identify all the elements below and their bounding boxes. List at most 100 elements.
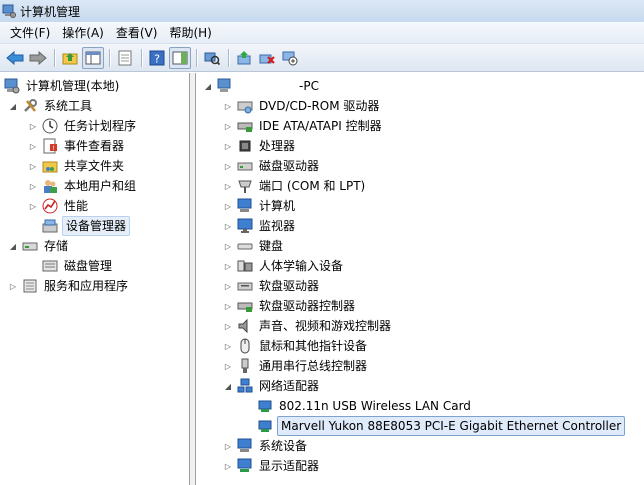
device-category-row[interactable]: ▷ 端口 (COM 和 LPT) [223, 176, 367, 196]
expanded-arrow-icon[interactable]: ◢ [8, 101, 18, 111]
device-category-row[interactable]: ▷ 计算机 [223, 196, 297, 216]
collapsed-arrow-icon[interactable]: ▷ [223, 161, 233, 171]
computer-icon [237, 198, 253, 214]
services-icon [22, 278, 38, 294]
collapsed-arrow-icon[interactable]: ▷ [8, 281, 18, 291]
forward-button[interactable] [27, 47, 49, 69]
network-adapter-row[interactable]: 802.11n USB Wireless LAN Card [243, 396, 473, 416]
collapsed-arrow-icon[interactable]: ▷ [223, 121, 233, 131]
collapsed-arrow-icon[interactable]: ▷ [223, 181, 233, 191]
device-category-row[interactable]: ▷ 磁盘驱动器 [223, 156, 321, 176]
collapsed-arrow-icon[interactable]: ▷ [223, 281, 233, 291]
network-adapter-row[interactable]: Marvell Yukon 88E8053 PCI-E Gigabit Ethe… [243, 416, 626, 436]
collapsed-arrow-icon[interactable]: ▷ [223, 321, 233, 331]
menu-file[interactable]: 文件(F) [4, 23, 56, 43]
tree-node-local-users[interactable]: ▷ 本地用户和组 [28, 176, 138, 196]
collapsed-arrow-icon[interactable]: ▷ [223, 101, 233, 111]
tree-node-disk-management[interactable]: 磁盘管理 [28, 256, 114, 276]
device-category-row[interactable]: ▷ 处理器 [223, 136, 297, 156]
tree-label: 任务计划程序 [64, 119, 137, 133]
collapsed-arrow-icon[interactable]: ▷ [223, 461, 233, 471]
device-category-row[interactable]: ▷ 显示适配器 [223, 456, 321, 476]
tree-label: 事件查看器 [64, 139, 125, 153]
computer-management-icon [2, 4, 16, 18]
menu-help[interactable]: 帮助(H) [163, 23, 217, 43]
properties-button[interactable] [114, 47, 136, 69]
speaker-icon [237, 318, 253, 334]
action-pane-button[interactable] [169, 46, 191, 69]
device-category-row[interactable]: ▷ 人体学输入设备 [223, 256, 345, 276]
device-category-row[interactable]: ▷ 软盘驱动器控制器 [223, 296, 357, 316]
device-category-row[interactable]: ▷ 鼠标和其他指针设备 [223, 336, 369, 356]
show-hide-tree-button[interactable] [82, 46, 104, 69]
collapsed-arrow-icon[interactable]: ▷ [223, 241, 233, 251]
device-category-row[interactable]: ▷ 通用串行总线控制器 [223, 356, 369, 376]
device-node-computer[interactable]: ◢ -PC [203, 76, 321, 96]
tree-label: 设备管理器 [62, 216, 131, 236]
collapsed-arrow-icon[interactable]: ▷ [223, 441, 233, 451]
expanded-arrow-icon[interactable]: ◢ [223, 381, 233, 391]
device-category-row[interactable]: ▷ IDE ATA/ATAPI 控制器 [223, 116, 384, 136]
scan-hardware-button[interactable] [201, 47, 223, 69]
storage-icon [22, 238, 38, 254]
back-button[interactable] [4, 47, 26, 69]
enable-device-button[interactable] [279, 47, 301, 69]
collapsed-arrow-icon[interactable]: ▷ [223, 201, 233, 211]
device-category-label: 磁盘驱动器 [259, 159, 320, 173]
tree-node-services-apps[interactable]: ▷ 服务和应用程序 [8, 276, 130, 296]
tree-label: 系统工具 [44, 99, 93, 113]
tree-node-system-tools[interactable]: ◢ 系统工具 [8, 96, 94, 116]
computer-icon [217, 78, 233, 94]
tree-node-storage[interactable]: ◢ 存储 [8, 236, 70, 256]
collapsed-arrow-icon[interactable]: ▷ [28, 181, 38, 191]
collapsed-arrow-icon[interactable]: ▷ [223, 361, 233, 371]
tree-node-task-scheduler[interactable]: ▷ 任务计划程序 [28, 116, 138, 136]
device-category-row[interactable]: ▷ DVD/CD-ROM 驱动器 [223, 96, 381, 116]
tree-node-event-viewer[interactable]: ▷ ! 事件查看器 [28, 136, 126, 156]
device-category-label: 通用串行总线控制器 [259, 359, 368, 373]
menu-action[interactable]: 操作(A) [56, 23, 110, 43]
device-category-row[interactable]: ◢ 网络适配器 [223, 376, 321, 396]
uninstall-button[interactable] [256, 47, 278, 69]
collapsed-arrow-icon[interactable]: ▷ [28, 161, 38, 171]
folder-up-icon [62, 52, 78, 64]
collapsed-arrow-icon[interactable]: ▷ [28, 121, 38, 131]
device-category-label: IDE ATA/ATAPI 控制器 [259, 119, 382, 133]
help-button[interactable]: ? [146, 47, 168, 69]
uninstall-icon [259, 54, 275, 64]
port-icon [237, 178, 253, 194]
expanded-arrow-icon[interactable]: ◢ [203, 81, 213, 91]
expanded-arrow-icon[interactable]: ◢ [8, 241, 18, 251]
device-category-row[interactable]: ▷ 软盘驱动器 [223, 276, 321, 296]
collapsed-arrow-icon[interactable]: ▷ [223, 141, 233, 151]
device-category-label: 软盘驱动器 [259, 279, 320, 293]
device-category-label: 监视器 [259, 219, 296, 233]
tree-node-root[interactable]: 计算机管理(本地) [0, 76, 121, 96]
device-category-row[interactable]: ▷ 监视器 [223, 216, 297, 236]
device-category-label: 鼠标和其他指针设备 [259, 339, 368, 353]
update-driver-button[interactable] [233, 47, 255, 69]
collapsed-arrow-icon[interactable]: ▷ [223, 261, 233, 271]
collapsed-arrow-icon[interactable]: ▷ [28, 141, 38, 151]
tree-node-device-manager[interactable]: 设备管理器 [28, 216, 131, 236]
device-category-row[interactable]: ▷ 键盘 [223, 236, 285, 256]
clock-icon [42, 118, 58, 134]
computer-management-icon [4, 78, 20, 94]
device-category-row[interactable]: ▷ 系统设备 [223, 436, 309, 456]
pane-splitter[interactable] [190, 73, 196, 485]
tree-label: 性能 [64, 199, 89, 213]
collapsed-arrow-icon[interactable]: ▷ [28, 201, 38, 211]
update-driver-icon [237, 50, 251, 64]
tree-node-shared-folders[interactable]: ▷ 共享文件夹 [28, 156, 126, 176]
tree-node-performance[interactable]: ▷ 性能 [28, 196, 90, 216]
collapsed-arrow-icon[interactable]: ▷ [223, 221, 233, 231]
toolbar-separator [109, 48, 110, 67]
ide-controller-icon [237, 118, 253, 134]
menu-view[interactable]: 查看(V) [110, 23, 164, 43]
action-pane-icon [172, 51, 188, 64]
system-devices-icon [237, 438, 253, 454]
device-category-row[interactable]: ▷ 声音、视频和游戏控制器 [223, 316, 393, 336]
collapsed-arrow-icon[interactable]: ▷ [223, 301, 233, 311]
up-level-button[interactable] [59, 47, 81, 69]
collapsed-arrow-icon[interactable]: ▷ [223, 341, 233, 351]
